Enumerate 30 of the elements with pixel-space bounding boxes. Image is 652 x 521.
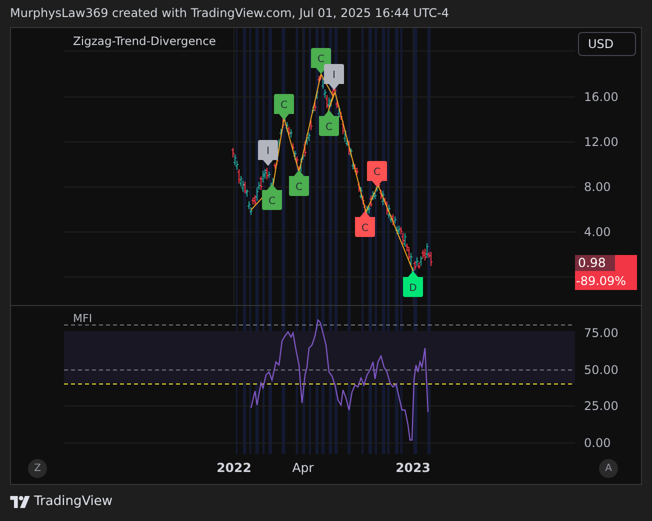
logo-icon xyxy=(10,496,30,508)
mfi-axis-label: 0.00 xyxy=(584,434,612,450)
signal-label: C xyxy=(355,211,375,237)
signal-label: D xyxy=(403,271,423,297)
zoom-button[interactable]: Z xyxy=(28,459,47,478)
signal-label: C xyxy=(289,170,309,196)
signal-label: I xyxy=(324,64,344,90)
time-label: 2022 xyxy=(216,460,252,475)
currency-button[interactable]: USD xyxy=(578,32,636,56)
last-price: 0.98 xyxy=(575,255,615,271)
mfi-axis-label: 50.00 xyxy=(584,362,620,378)
time-label: Apr xyxy=(292,460,314,475)
price-label: 4.00 xyxy=(584,224,612,240)
price-label: 8.00 xyxy=(584,179,612,195)
price-label: 16.00 xyxy=(584,89,620,105)
time-label: 2023 xyxy=(396,460,430,475)
indicator-title: Zigzag-Trend-Divergence xyxy=(73,34,216,48)
attribution-text: MurphysLaw369 created with TradingView.com, Jul 01, 2025 16:44 UTC-4 xyxy=(10,6,450,20)
signal-label: C xyxy=(262,184,282,210)
brand-name: TradingView xyxy=(34,494,113,509)
auto-scale-button[interactable]: A xyxy=(599,459,618,478)
signal-label: C xyxy=(367,161,387,187)
signal-label: C xyxy=(319,110,339,136)
mfi-axis-label: 75.00 xyxy=(584,325,620,341)
pane-title: MFI xyxy=(73,312,92,325)
price-change: -89.09% xyxy=(576,273,626,289)
signal-label: I xyxy=(258,140,278,166)
price-label: 12.00 xyxy=(584,134,620,150)
mfi-axis-label: 25.00 xyxy=(584,398,620,414)
signal-label: C xyxy=(274,94,294,120)
